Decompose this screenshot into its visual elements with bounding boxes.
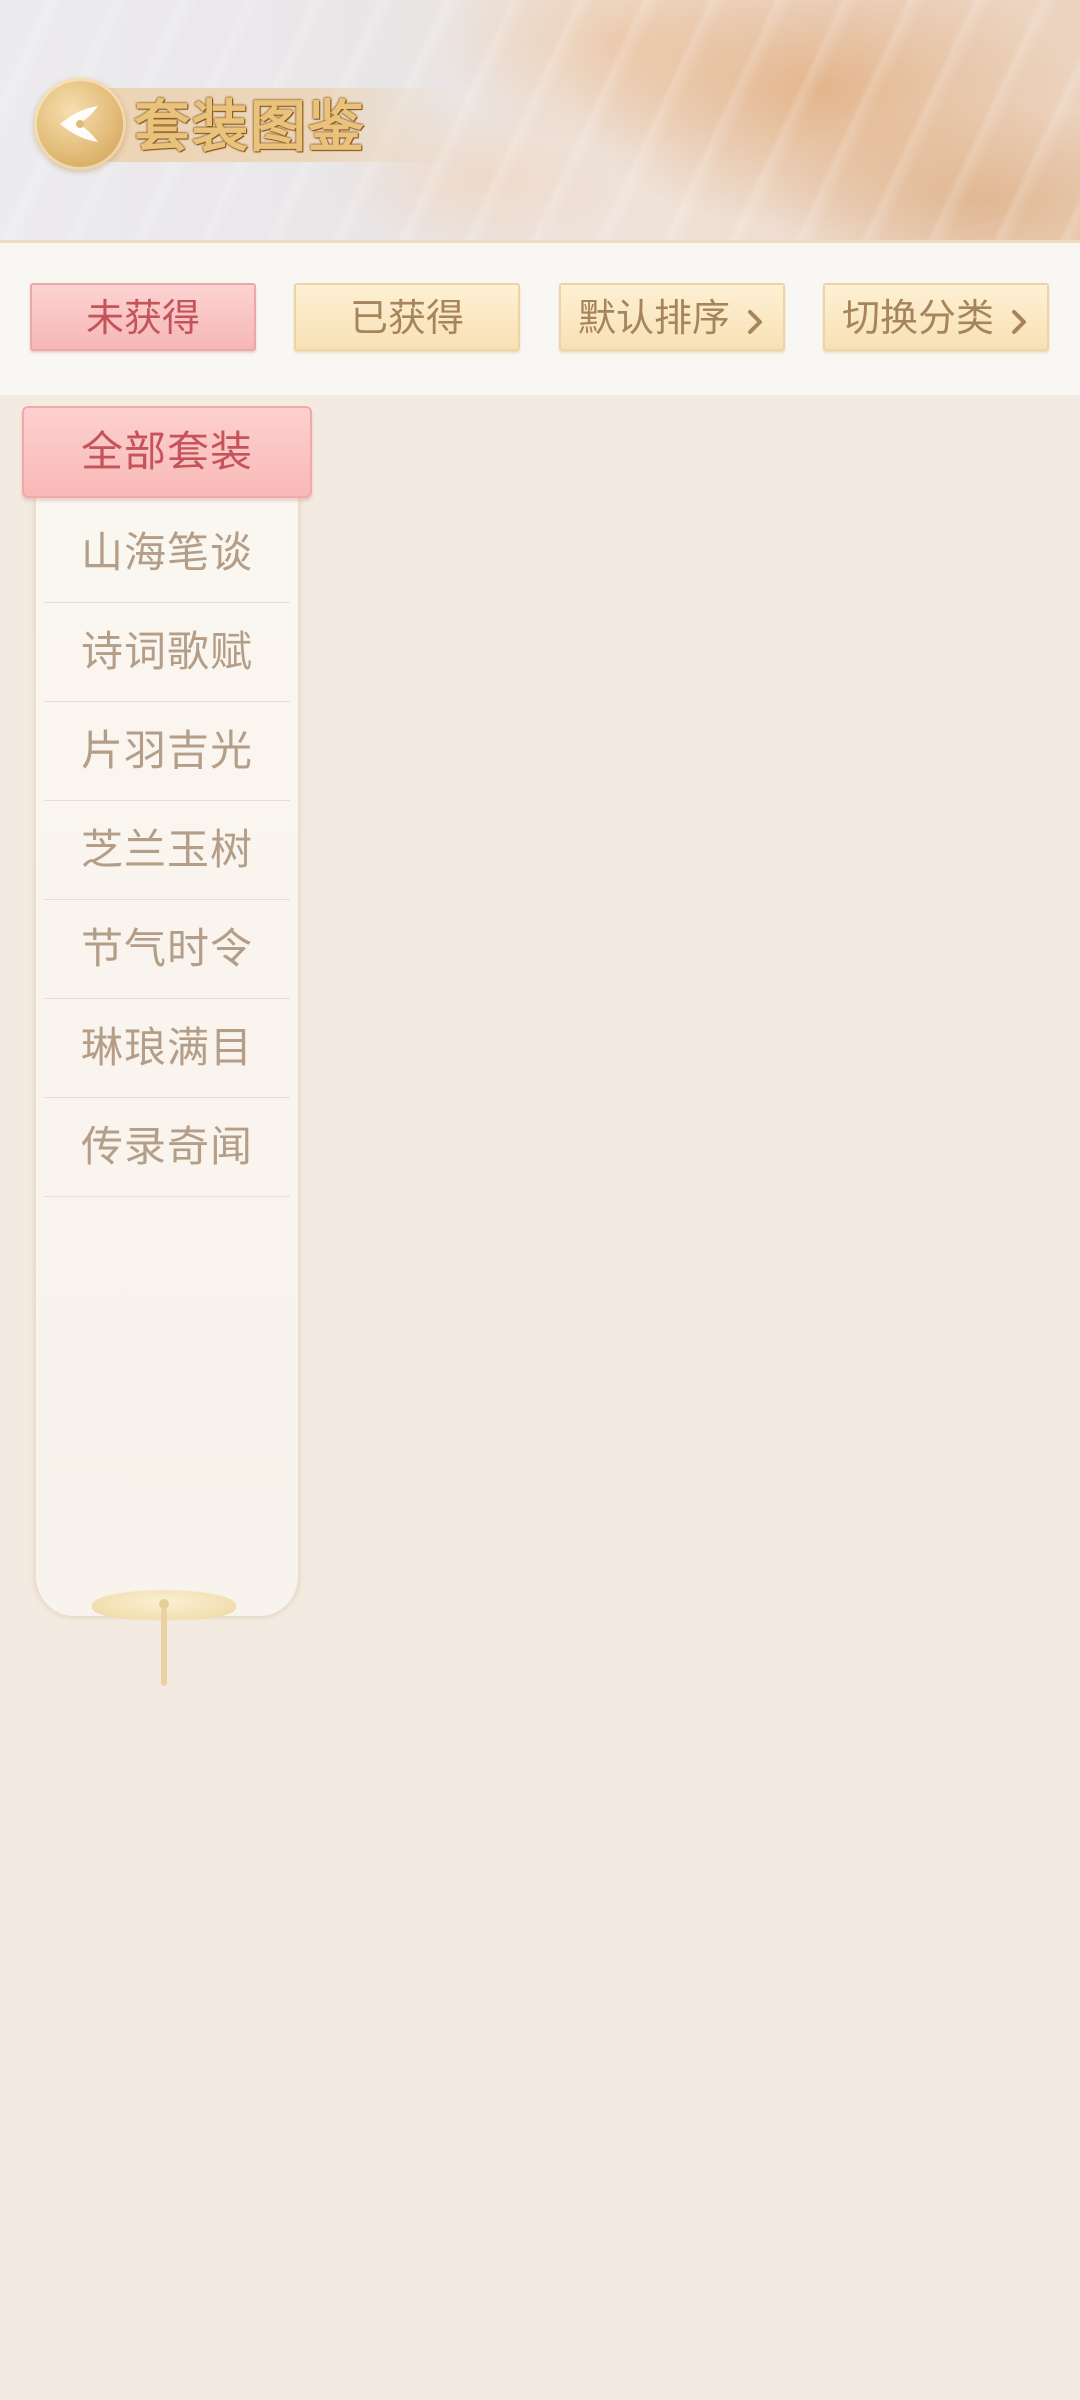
category-item[interactable]: 琳琅满目 bbox=[44, 999, 290, 1098]
not-obtained-label: 未获得 bbox=[85, 296, 200, 340]
page-title: 套装图鉴 bbox=[134, 94, 366, 160]
switch-category-label: 切换分类 bbox=[841, 296, 994, 340]
switch-category-button[interactable]: 切换分类 bbox=[823, 283, 1049, 351]
obtained-label: 已获得 bbox=[349, 296, 464, 340]
back-button[interactable] bbox=[34, 78, 126, 170]
category-item[interactable]: 片羽吉光 bbox=[44, 702, 290, 801]
filter-bar: 未获得 已获得 默认排序 切换分类 bbox=[0, 240, 1080, 395]
chevron-right-icon bbox=[1012, 309, 1027, 334]
leaf-back-icon bbox=[60, 106, 98, 142]
category-all-suits[interactable]: 全部套装 bbox=[22, 406, 312, 498]
chevron-right-icon bbox=[748, 309, 763, 334]
category-list: 山海笔谈 诗词歌赋 片羽吉光 芝兰玉树 节气时令 琳琅满目 传录奇闻 bbox=[44, 504, 290, 1197]
category-item[interactable]: 节气时令 bbox=[44, 900, 290, 999]
sort-label: 默认排序 bbox=[577, 296, 730, 340]
tassel-icon bbox=[159, 1599, 169, 1686]
header-banner: 套装图鉴 bbox=[0, 0, 1080, 240]
category-item[interactable]: 传录奇闻 bbox=[44, 1098, 290, 1197]
category-item[interactable]: 芝兰玉树 bbox=[44, 801, 290, 900]
category-item[interactable]: 山海笔谈 bbox=[44, 504, 290, 603]
category-item[interactable]: 诗词歌赋 bbox=[44, 603, 290, 702]
not-obtained-button[interactable]: 未获得 bbox=[30, 283, 256, 351]
sort-button[interactable]: 默认排序 bbox=[559, 283, 785, 351]
obtained-button[interactable]: 已获得 bbox=[294, 283, 520, 351]
